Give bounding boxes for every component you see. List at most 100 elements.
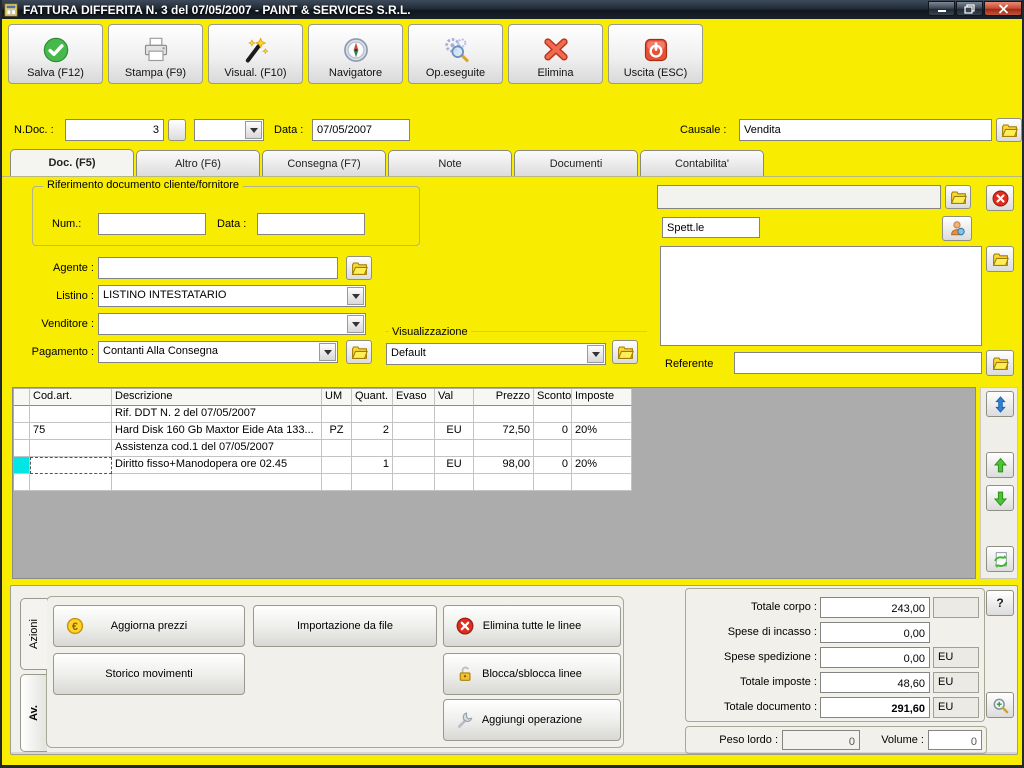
spettle-input[interactable] — [662, 217, 760, 238]
volume-input[interactable] — [928, 730, 982, 750]
toolbar-button-op-eseguite[interactable]: Op.eseguite — [408, 24, 503, 84]
agente-folder-button[interactable] — [346, 256, 372, 280]
tab-altro-f6-[interactable]: Altro (F6) — [136, 150, 260, 176]
totals-help-button[interactable]: ? — [986, 590, 1014, 616]
intestatario-field[interactable] — [657, 185, 941, 209]
ndoc-input[interactable] — [65, 119, 164, 141]
row-selector-cell[interactable] — [14, 440, 30, 457]
move-line-updown-button[interactable] — [986, 391, 1014, 417]
pagamento-combobox[interactable]: Contanti Alla Consegna — [98, 341, 338, 363]
client-address-textarea[interactable] — [660, 246, 982, 346]
grid-cell[interactable] — [30, 474, 112, 491]
peso-lordo-input[interactable] — [782, 730, 860, 750]
visualizzazione-combobox[interactable]: Default — [386, 343, 606, 365]
agente-input[interactable] — [98, 257, 338, 279]
rif-data-input[interactable] — [257, 213, 365, 235]
toolbar-button-navigatore[interactable]: Navigatore — [308, 24, 403, 84]
clear-client-button[interactable] — [986, 185, 1014, 211]
total-value[interactable] — [820, 697, 930, 718]
tab-doc-f5-[interactable]: Doc. (F5) — [10, 149, 134, 176]
row-selector-cell[interactable] — [14, 423, 30, 440]
minimize-button[interactable] — [928, 1, 955, 16]
grid-cell[interactable]: Assistenza cod.1 del 07/05/2007 — [112, 440, 322, 457]
chevron-down-icon[interactable] — [587, 345, 604, 363]
toolbar-button-stampa[interactable]: Stampa (F9) — [108, 24, 203, 84]
move-line-down-button[interactable] — [986, 485, 1014, 511]
grid-cell[interactable] — [322, 474, 352, 491]
grid-cell[interactable] — [534, 440, 572, 457]
intestatario-folder-button[interactable] — [945, 185, 971, 209]
referente-input[interactable] — [734, 352, 982, 374]
grid-cell[interactable]: 1 — [352, 457, 393, 474]
grid-cell[interactable] — [30, 406, 112, 423]
grid-cell[interactable]: EU — [435, 423, 474, 440]
venditore-combobox[interactable] — [98, 313, 366, 335]
grid-cell[interactable]: 0 — [534, 423, 572, 440]
grid-cell[interactable] — [352, 474, 393, 491]
action-button-storico-movimenti[interactable]: Storico movimenti — [53, 653, 245, 695]
chevron-down-icon[interactable] — [245, 121, 262, 139]
grid-cell[interactable] — [393, 423, 435, 440]
close-button[interactable] — [984, 1, 1022, 16]
move-line-up-button[interactable] — [986, 452, 1014, 478]
grid-cell[interactable]: Diritto fisso+Manodopera ore 02.45 — [112, 457, 322, 474]
grid-cell[interactable] — [474, 474, 534, 491]
grid-cell[interactable] — [352, 440, 393, 457]
grid-cell[interactable]: Rif. DDT N. 2 del 07/05/2007 — [112, 406, 322, 423]
actions-tab-azioni[interactable]: Azioni — [20, 598, 47, 670]
tab-contabilita-[interactable]: Contabilita' — [640, 150, 764, 176]
grid-cell[interactable] — [435, 406, 474, 423]
grid-cell[interactable] — [393, 406, 435, 423]
grid-cell[interactable] — [534, 406, 572, 423]
visualizzazione-folder-button[interactable] — [612, 340, 638, 364]
grid-cell[interactable] — [30, 457, 112, 474]
action-button-elimina-tutte-le-linee[interactable]: Elimina tutte le linee — [443, 605, 621, 647]
grid-cell[interactable]: 72,50 — [474, 423, 534, 440]
tab-consegna-f7-[interactable]: Consegna (F7) — [262, 150, 386, 176]
address-folder-button[interactable] — [986, 246, 1014, 272]
refresh-lines-button[interactable] — [986, 546, 1014, 572]
grid-cell[interactable]: 2 — [352, 423, 393, 440]
grid-cell[interactable] — [30, 440, 112, 457]
grid-cell[interactable] — [474, 440, 534, 457]
totals-zoom-button[interactable] — [986, 692, 1014, 718]
chevron-down-icon[interactable] — [347, 287, 364, 305]
toolbar-button-uscita[interactable]: Uscita (ESC) — [608, 24, 703, 84]
series-combobox[interactable] — [194, 119, 264, 141]
ndoc-more-button[interactable] — [168, 119, 186, 141]
toolbar-button-salva[interactable]: Salva (F12) — [8, 24, 103, 84]
grid-cell[interactable]: 20% — [572, 423, 632, 440]
total-value[interactable] — [820, 622, 930, 643]
action-button-aggiungi-operazione[interactable]: Aggiungi operazione — [443, 699, 621, 741]
chevron-down-icon[interactable] — [347, 315, 364, 333]
row-selector-cell[interactable] — [14, 406, 30, 423]
toolbar-button-elimina[interactable]: Elimina — [508, 24, 603, 84]
title-bar[interactable]: FATTURA DIFFERITA N. 3 del 07/05/2007 - … — [2, 0, 1022, 19]
total-value[interactable] — [820, 597, 930, 618]
toolbar-button-visual[interactable]: Visual. (F10) — [208, 24, 303, 84]
grid-cell[interactable]: EU — [435, 457, 474, 474]
tab-documenti[interactable]: Documenti — [514, 150, 638, 176]
pagamento-folder-button[interactable] — [346, 340, 372, 364]
grid-cell[interactable]: 75 — [30, 423, 112, 440]
action-button-blocca-sblocca-linee[interactable]: Blocca/sblocca linee — [443, 653, 621, 695]
grid-cell[interactable] — [435, 440, 474, 457]
row-selector-cell[interactable] — [14, 457, 30, 474]
grid-cell[interactable]: 98,00 — [474, 457, 534, 474]
grid-cell[interactable] — [393, 474, 435, 491]
action-button-aggiorna-prezzi[interactable]: Aggiorna prezzi — [53, 605, 245, 647]
grid-cell[interactable] — [393, 440, 435, 457]
grid-cell[interactable] — [572, 440, 632, 457]
data-input[interactable] — [312, 119, 410, 141]
client-person-button[interactable] — [942, 216, 972, 241]
grid-cell[interactable] — [435, 474, 474, 491]
total-value[interactable] — [820, 647, 930, 668]
action-button-importazione-da-file[interactable]: Importazione da file — [253, 605, 437, 647]
referente-folder-button[interactable] — [986, 350, 1014, 376]
grid-cell[interactable]: 0 — [534, 457, 572, 474]
rif-num-input[interactable] — [98, 213, 206, 235]
row-selector-cell[interactable] — [14, 474, 30, 491]
chevron-down-icon[interactable] — [319, 343, 336, 361]
grid-cell[interactable] — [534, 474, 572, 491]
grid-cell[interactable] — [393, 457, 435, 474]
